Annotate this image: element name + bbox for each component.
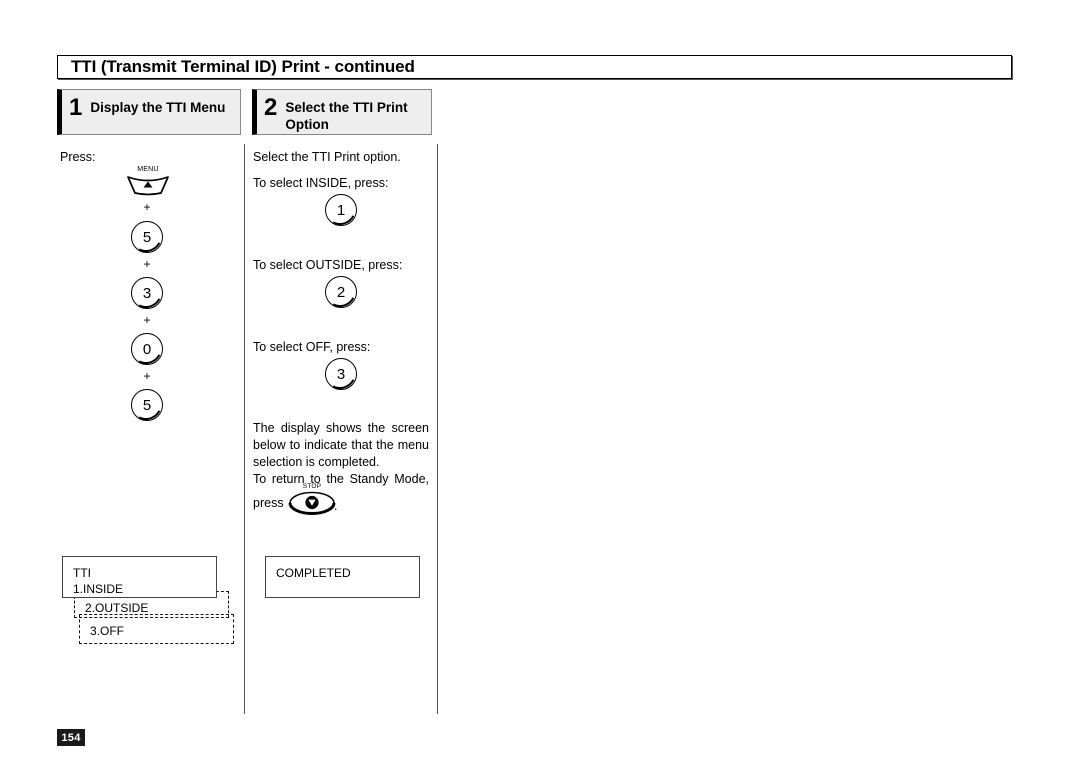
option-prompt-inside: To select INSIDE, press: xyxy=(253,176,389,190)
number-key-3b-label: 3 xyxy=(336,365,346,383)
lcd-line: 3.OFF xyxy=(90,624,125,638)
lcd-display-completed: COMPLETED xyxy=(265,556,420,598)
number-key-5b[interactable]: 5 xyxy=(131,389,163,421)
note-line: The display shows the screen xyxy=(253,421,429,435)
middle-intro-text: Select the TTI Print option. xyxy=(253,150,401,164)
step-number-2: 2 xyxy=(264,94,278,121)
press-stop-label: press xyxy=(253,496,284,510)
plus-separator: + xyxy=(143,200,151,214)
step-label-2: Select the TTI Print Option xyxy=(285,100,408,133)
press-stop-period: . xyxy=(334,499,338,513)
number-key-2[interactable]: 2 xyxy=(325,276,357,308)
number-key-3-label: 3 xyxy=(142,284,152,302)
stop-key-caption: STOP xyxy=(302,483,322,490)
number-key-3b[interactable]: 3 xyxy=(325,358,357,390)
lcd-line: 2.OUTSIDE xyxy=(85,601,149,615)
lcd-line: TTI xyxy=(73,566,91,580)
note-line: To return to the Standy Mode, xyxy=(253,472,429,486)
menu-key-caption: MENU xyxy=(137,166,159,173)
page-title: TTI (Transmit Terminal ID) Print - conti… xyxy=(71,57,415,76)
number-key-2-label: 2 xyxy=(336,283,346,301)
number-key-1-label: 1 xyxy=(336,201,346,219)
step-header-1: 1 Display the TTI Menu xyxy=(57,89,241,135)
lcd-line: COMPLETED xyxy=(276,566,351,580)
up-triangle-icon xyxy=(127,176,169,196)
note-line: below to indicate that the menu xyxy=(253,438,429,452)
number-key-5b-label: 5 xyxy=(142,396,152,414)
number-key-5a[interactable]: 5 xyxy=(131,221,163,253)
option-prompt-outside: To select OUTSIDE, press: xyxy=(253,258,403,272)
stop-key[interactable]: STOP xyxy=(288,483,336,515)
number-key-3[interactable]: 3 xyxy=(131,277,163,309)
lcd-display-tti: TTI 1.INSIDE xyxy=(62,556,217,598)
column-divider-right xyxy=(437,144,438,714)
number-key-5a-label: 5 xyxy=(142,228,152,246)
step-header-2: 2 Select the TTI Print Option xyxy=(252,89,432,135)
page-title-bar: TTI (Transmit Terminal ID) Print - conti… xyxy=(57,55,1012,79)
lcd-line: 1.INSIDE xyxy=(73,582,124,597)
note-line: selection is completed. xyxy=(253,455,380,469)
plus-separator: + xyxy=(143,257,151,271)
number-key-0[interactable]: 0 xyxy=(131,333,163,365)
menu-key[interactable]: MENU xyxy=(126,166,170,196)
column-divider-left xyxy=(244,144,245,714)
step-label-1: Display the TTI Menu xyxy=(90,100,226,115)
option-prompt-off: To select OFF, press: xyxy=(253,340,371,354)
number-key-1[interactable]: 1 xyxy=(325,194,357,226)
press-label: Press: xyxy=(60,150,96,164)
page-number-badge: 154 xyxy=(57,729,85,746)
plus-separator: + xyxy=(143,313,151,327)
plus-separator: + xyxy=(143,369,151,383)
number-key-0-label: 0 xyxy=(142,340,152,358)
step-number-1: 1 xyxy=(69,94,83,121)
lcd-display-off: 3.OFF xyxy=(79,614,234,644)
completion-note: The display shows the screen below to in… xyxy=(253,420,429,488)
stop-symbol-icon xyxy=(288,491,336,515)
